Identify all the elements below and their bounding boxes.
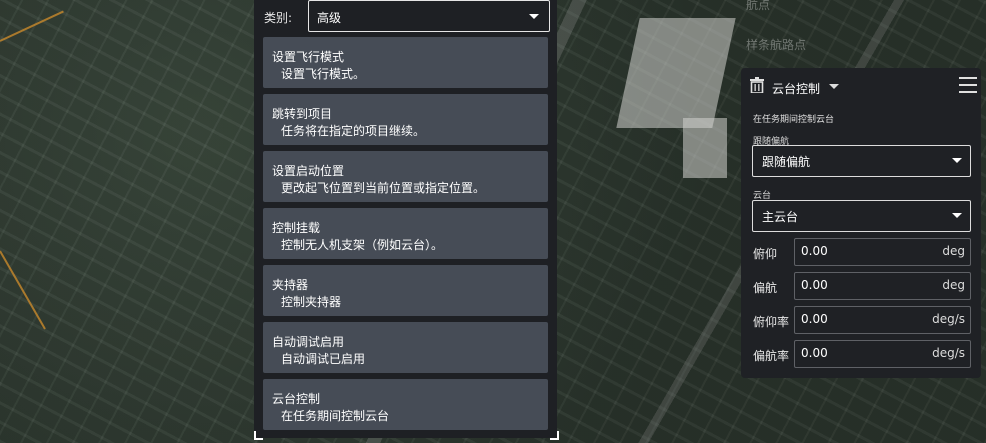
command-item-mount-control[interactable]: 控制挂载 控制无人机支架（例如云台）。 <box>263 208 548 259</box>
command-item-set-flight-mode[interactable]: 设置飞行模式 设置飞行模式。 <box>263 37 548 88</box>
yaw-unit: deg <box>942 278 965 292</box>
resize-corner-handle[interactable] <box>550 431 559 440</box>
hamburger-menu-icon[interactable] <box>959 77 977 93</box>
yaw-input[interactable]: 0.00 deg <box>794 272 971 300</box>
command-title: 自动调试启用 <box>272 335 345 349</box>
flight-path-line <box>0 10 64 42</box>
category-value: 高级 <box>317 11 342 25</box>
yaw-value: 0.00 <box>801 278 828 292</box>
pitch-unit: deg <box>942 244 965 258</box>
gimbal-value: 主云台 <box>762 210 799 224</box>
yaw-follow-select[interactable]: 跟随偏航 <box>752 145 971 177</box>
gimbal-select[interactable]: 主云台 <box>752 200 971 232</box>
command-desc: 更改起飞位置到当前位置或指定位置。 <box>281 181 486 195</box>
command-title: 设置启动位置 <box>272 164 345 178</box>
command-item-gripper[interactable]: 夹持器 控制夹持器 <box>263 265 548 316</box>
command-desc: 在任务期间控制云台 <box>281 409 390 423</box>
category-row: 类别: 高级 <box>254 0 557 33</box>
pitch-rate-label: 俯仰率 <box>753 315 790 329</box>
command-desc: 自动调试已启用 <box>281 352 366 366</box>
command-desc: 任务将在指定的项目继续。 <box>281 124 426 138</box>
command-title: 夹持器 <box>272 278 309 292</box>
pitch-rate-input[interactable]: 0.00 deg/s <box>794 306 971 334</box>
yaw-follow-value: 跟随偏航 <box>762 155 811 169</box>
command-title: 云台控制 <box>272 392 321 406</box>
command-desc: 设置飞行模式。 <box>281 67 366 81</box>
command-item-set-home[interactable]: 设置启动位置 更改起飞位置到当前位置或指定位置。 <box>263 151 548 202</box>
command-list-panel: 类别: 高级 设置飞行模式 设置飞行模式。 跳转到项目 任务将在指定的项目继续。… <box>254 0 557 438</box>
chevron-down-icon[interactable] <box>829 84 839 89</box>
yaw-rate-input[interactable]: 0.00 deg/s <box>794 340 971 368</box>
pitch-label: 俯仰 <box>753 247 778 261</box>
yaw-label: 偏航 <box>753 281 778 295</box>
resize-corner-handle[interactable] <box>254 431 263 440</box>
command-item-autotune[interactable]: 自动调试启用 自动调试已启用 <box>263 322 548 373</box>
yaw-rate-value: 0.00 <box>801 346 828 360</box>
command-desc: 控制夹持器 <box>281 295 342 309</box>
yaw-rate-unit: deg/s <box>932 346 965 360</box>
pitch-input[interactable]: 0.00 deg <box>794 238 971 266</box>
chevron-down-icon <box>529 14 539 19</box>
category-label: 类别: <box>264 11 293 25</box>
command-item-gimbal-control[interactable]: 云台控制 在任务期间控制云台 <box>263 379 548 430</box>
command-title: 设置飞行模式 <box>272 50 345 64</box>
chevron-down-icon <box>952 213 962 218</box>
command-title: 跳转到项目 <box>272 107 333 121</box>
spline-waypoint-label: 样条航路点 <box>746 38 807 52</box>
chevron-down-icon <box>952 158 962 163</box>
waypoint-label: 航点 <box>746 0 771 12</box>
command-item-jump-to-item[interactable]: 跳转到项目 任务将在指定的项目继续。 <box>263 94 548 145</box>
command-title: 控制挂载 <box>272 221 321 235</box>
flight-path-line <box>0 250 46 330</box>
pitch-value: 0.00 <box>801 244 828 258</box>
category-select[interactable]: 高级 <box>308 0 550 32</box>
building <box>683 118 727 178</box>
editor-title[interactable]: 云台控制 <box>772 80 820 97</box>
yaw-rate-label: 偏航率 <box>753 349 790 363</box>
pitch-rate-unit: deg/s <box>932 312 965 326</box>
building <box>616 18 736 128</box>
editor-description: 在任务期间控制云台 <box>753 115 835 125</box>
pitch-rate-value: 0.00 <box>801 312 828 326</box>
command-desc: 控制无人机支架（例如云台）。 <box>281 238 444 252</box>
mission-item-editor: 云台控制 在任务期间控制云台 跟随偏航 跟随偏航 云台 主云台 俯仰 0.00 … <box>741 68 981 378</box>
trash-icon[interactable] <box>750 77 764 93</box>
